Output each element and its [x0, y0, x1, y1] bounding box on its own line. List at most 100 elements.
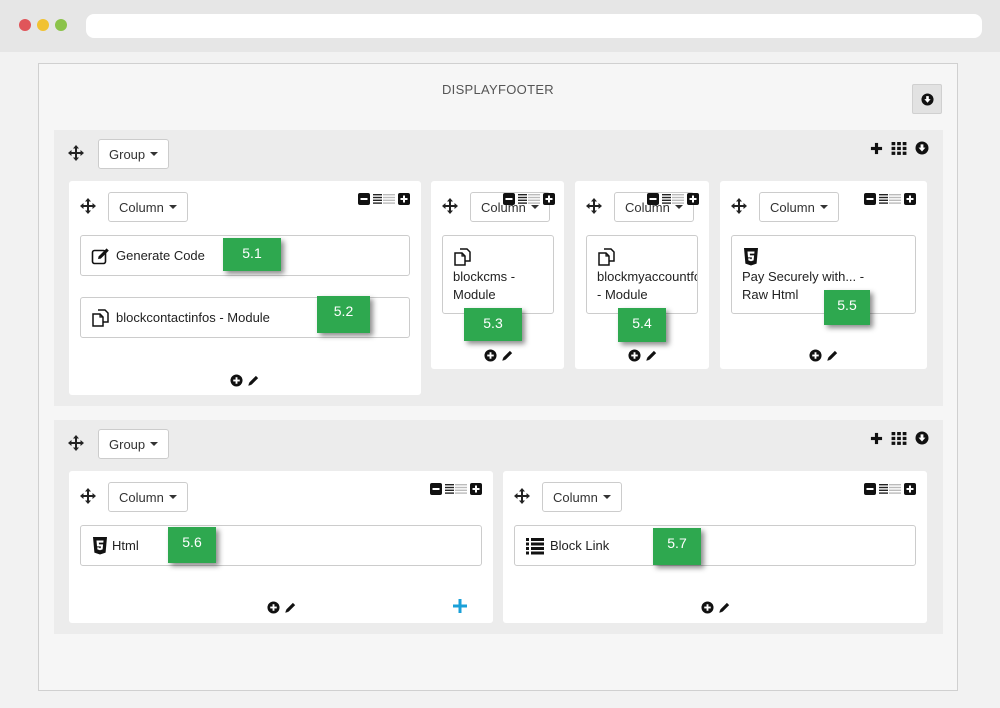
hook-panel: DISPLAYFOOTER Group Column Generate Code…: [38, 63, 958, 691]
add-module-icon[interactable]: [701, 601, 714, 614]
increase-width-icon[interactable]: [904, 483, 916, 495]
column-toolbar: [358, 193, 410, 205]
decrease-width-icon[interactable]: [430, 483, 442, 495]
column-toolbar: [503, 193, 555, 205]
group-dropdown-label: Group: [109, 436, 146, 452]
column-actions: [484, 349, 514, 362]
move-icon[interactable]: [585, 197, 603, 215]
group-dropdown[interactable]: Group: [98, 429, 170, 459]
increase-width-icon[interactable]: [398, 193, 410, 205]
hook-collapse-button[interactable]: [912, 84, 942, 114]
caret-down-icon: [674, 205, 683, 209]
group-toolbar: [870, 431, 929, 445]
maximize-window-dot[interactable]: [55, 19, 67, 31]
grid-icon[interactable]: [891, 142, 907, 155]
module-label-line1: blockmyaccountfoo: [597, 269, 698, 284]
column-toolbar: [864, 483, 916, 495]
width-lines-icon: [445, 484, 467, 494]
module-blockcms[interactable]: blockcms - Module: [442, 235, 554, 314]
column-dropdown-label: Column: [553, 489, 598, 505]
column-actions: [267, 601, 297, 614]
column-dropdown-label: Column: [119, 199, 164, 215]
module-html[interactable]: Html: [80, 525, 482, 566]
step-badge: 5.6: [168, 527, 216, 563]
column-actions: [230, 374, 260, 387]
module-block-link[interactable]: Block Link: [514, 525, 916, 566]
width-lines-icon: [373, 194, 395, 204]
add-module-icon[interactable]: [809, 349, 822, 362]
move-icon[interactable]: [67, 434, 85, 452]
pencil-icon[interactable]: [718, 601, 731, 614]
step-badge: 5.2: [317, 296, 370, 333]
column-actions: [628, 349, 658, 362]
hook-title: DISPLAYFOOTER: [441, 82, 554, 97]
add-group-plus-icon[interactable]: [453, 599, 467, 613]
decrease-width-icon[interactable]: [864, 193, 876, 205]
address-bar[interactable]: [86, 14, 982, 38]
column-dropdown-label: Column: [770, 199, 815, 215]
increase-width-icon[interactable]: [904, 193, 916, 205]
column-2: Column Block Link: [503, 471, 927, 623]
add-module-icon[interactable]: [484, 349, 497, 362]
html5-icon: [741, 247, 761, 267]
copy-icon: [597, 247, 617, 267]
collapse-group-icon[interactable]: [915, 431, 929, 445]
width-lines-icon: [879, 194, 901, 204]
browser-chrome: [0, 0, 1000, 52]
step-badge: 5.5: [824, 290, 870, 325]
column-dropdown[interactable]: Column: [108, 192, 188, 222]
column-dropdown[interactable]: Column: [542, 482, 622, 512]
column-actions: [809, 349, 839, 362]
caret-down-icon: [150, 152, 159, 156]
decrease-width-icon[interactable]: [864, 483, 876, 495]
decrease-width-icon[interactable]: [647, 193, 659, 205]
collapse-group-icon[interactable]: [915, 141, 929, 155]
module-label: Html: [112, 538, 139, 553]
move-icon[interactable]: [67, 144, 85, 162]
module-label: Block Link: [550, 538, 610, 553]
decrease-width-icon[interactable]: [358, 193, 370, 205]
close-window-dot[interactable]: [19, 19, 31, 31]
pencil-icon[interactable]: [247, 374, 260, 387]
column-toolbar: [647, 193, 699, 205]
pencil-icon[interactable]: [645, 349, 658, 362]
add-column-icon[interactable]: [870, 142, 883, 155]
column-dropdown[interactable]: Column: [108, 482, 188, 512]
step-badge: 5.1: [223, 238, 281, 271]
pencil-icon[interactable]: [826, 349, 839, 362]
caret-down-icon: [530, 205, 539, 209]
add-column-icon[interactable]: [870, 432, 883, 445]
copy-icon: [91, 308, 111, 328]
increase-width-icon[interactable]: [687, 193, 699, 205]
module-blockmyaccountfooter[interactable]: blockmyaccountfoo - Module: [586, 235, 698, 314]
edit-icon: [91, 246, 111, 266]
column-toolbar: [864, 193, 916, 205]
width-lines-icon: [518, 194, 540, 204]
add-module-icon[interactable]: [267, 601, 280, 614]
group-toolbar: [870, 141, 929, 155]
group-dropdown[interactable]: Group: [98, 139, 170, 169]
increase-width-icon[interactable]: [470, 483, 482, 495]
group-1: Group Column Generate Code blockcontacti…: [54, 130, 943, 406]
pencil-icon[interactable]: [501, 349, 514, 362]
move-icon[interactable]: [79, 197, 97, 215]
pencil-icon[interactable]: [284, 601, 297, 614]
move-icon[interactable]: [441, 197, 459, 215]
column-actions: [701, 601, 731, 614]
move-icon[interactable]: [513, 487, 531, 505]
decrease-width-icon[interactable]: [503, 193, 515, 205]
column-dropdown-label: Column: [119, 489, 164, 505]
column-dropdown[interactable]: Column: [759, 192, 839, 222]
increase-width-icon[interactable]: [543, 193, 555, 205]
grid-icon[interactable]: [891, 432, 907, 445]
add-module-icon[interactable]: [628, 349, 641, 362]
add-module-icon[interactable]: [230, 374, 243, 387]
caret-down-icon: [168, 495, 177, 499]
caret-down-icon: [602, 495, 611, 499]
caret-down-icon: [168, 205, 177, 209]
html5-icon: [90, 536, 110, 556]
minimize-window-dot[interactable]: [37, 19, 49, 31]
module-label: blockcontactinfos - Module: [116, 310, 270, 325]
move-icon[interactable]: [730, 197, 748, 215]
move-icon[interactable]: [79, 487, 97, 505]
